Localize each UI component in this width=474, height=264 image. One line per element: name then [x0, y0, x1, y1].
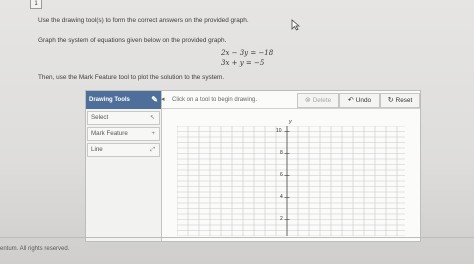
reset-icon: ↻ — [387, 97, 394, 104]
tool-mark-feature[interactable]: Mark Feature + — [87, 127, 160, 141]
footer-divider — [0, 237, 474, 238]
tool-line[interactable]: Line ⤢ — [87, 143, 160, 157]
delete-button[interactable]: ⊗ Delete — [297, 93, 339, 108]
copyright-text: entum. All rights reserved. — [0, 246, 70, 252]
y-tick-label: 10 — [276, 128, 282, 134]
y-tick-label: 4 — [280, 194, 283, 200]
drawing-tools-title: Drawing Tools — [89, 97, 130, 103]
delete-label: Delete — [312, 97, 332, 104]
undo-button[interactable]: ↶ Undo — [339, 93, 380, 108]
drawing-tools-header: Drawing Tools ✎ — [86, 91, 161, 109]
collapse-panel-icon[interactable]: ◂ — [161, 95, 165, 103]
toolbar-divider — [162, 108, 420, 109]
y-tick-label: 6 — [280, 172, 283, 178]
reset-button[interactable]: ↻ Reset — [380, 93, 420, 108]
mouse-cursor-icon — [291, 19, 300, 31]
tool-line-label: Line — [91, 146, 103, 153]
y-tick-label: 8 — [280, 150, 283, 156]
delete-icon: ⊗ — [304, 97, 311, 104]
tool-select[interactable]: Select ↖ — [87, 111, 160, 125]
reset-label: Reset — [395, 97, 413, 104]
coordinate-grid[interactable] — [177, 126, 405, 236]
cursor-arrow-icon: ↖ — [149, 115, 155, 121]
page: 1 Use the drawing tool(s) to form the co… — [0, 0, 474, 264]
undo-icon: ↶ — [347, 97, 354, 104]
y-axis-label: y — [289, 119, 292, 125]
pin-icon[interactable]: ✎ — [151, 91, 158, 109]
equation-1: 2x − 3y = −18 — [221, 49, 274, 57]
followup-text: Then, use the Mark Feature tool to plot … — [38, 74, 225, 81]
tool-select-label: Select — [91, 114, 109, 121]
question-number: 1 — [30, 0, 42, 9]
tool-mark-feature-label: Mark Feature — [91, 130, 128, 137]
plus-icon: + — [151, 131, 155, 137]
grid-svg — [177, 126, 405, 236]
undo-label: Undo — [355, 97, 372, 104]
line-icon: ⤢ — [150, 147, 155, 153]
y-tick-label: 2 — [280, 216, 283, 222]
tool-hint: Click on a tool to begin drawing. — [172, 97, 258, 103]
instruction-text: Use the drawing tool(s) to form the corr… — [38, 17, 249, 24]
prompt-text: Graph the system of equations given belo… — [38, 37, 227, 44]
equation-2: 3x + y = −5 — [221, 59, 265, 67]
drawing-tools-panel: Drawing Tools ✎ Select ↖ Mark Feature + … — [86, 91, 162, 241]
